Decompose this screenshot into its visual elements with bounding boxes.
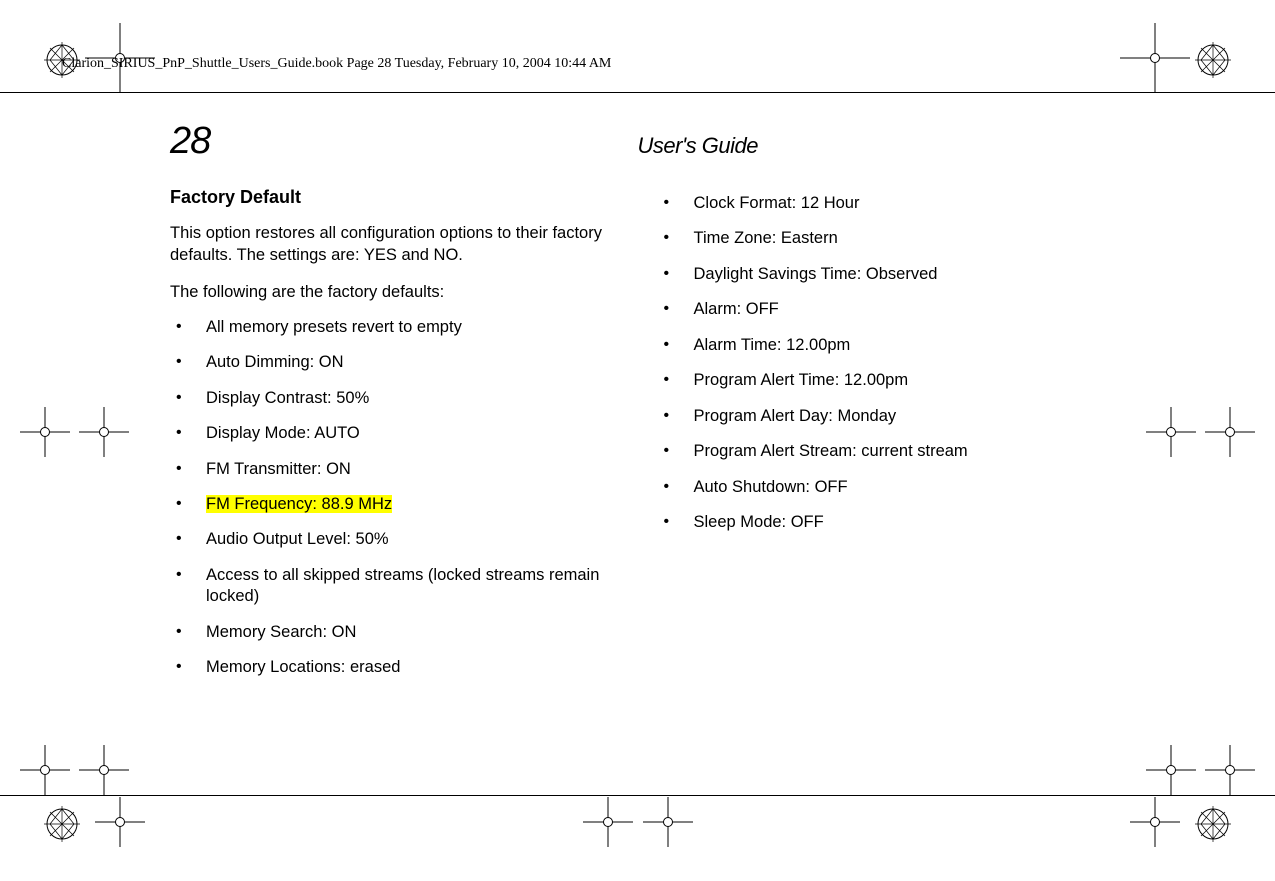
list-item: Auto Shutdown: OFF (658, 477, 1106, 498)
page-content: 28 User's Guide Factory Default This opt… (170, 120, 1105, 693)
list-item: Time Zone: Eastern (658, 228, 1106, 249)
list-item: Daylight Savings Time: Observed (658, 264, 1106, 285)
list-item: Memory Locations: erased (170, 657, 618, 678)
list-item: Program Alert Day: Monday (658, 406, 1106, 427)
list-item: Alarm: OFF (658, 299, 1106, 320)
right-column: Clock Format: 12 Hour Time Zone: Eastern D… (658, 187, 1106, 693)
section-heading: Factory Default (170, 187, 618, 208)
list-item: Sleep Mode: OFF (658, 512, 1106, 533)
list-item: Clock Format: 12 Hour (658, 193, 1106, 214)
list-item: Display Contrast: 50% (170, 388, 618, 409)
frame-path: Clarion_SIRIUS_PnP_Shuttle_Users_Guide.b… (62, 56, 1213, 72)
list-item: Memory Search: ON (170, 622, 618, 643)
page-title: User's Guide (638, 133, 758, 159)
list-item: Alarm Time: 12.00pm (658, 335, 1106, 356)
left-column: Factory Default This option restores all… (170, 187, 618, 693)
list-item: Access to all skipped streams (locked st… (170, 565, 618, 608)
list-item: FM Transmitter: ON (170, 459, 618, 480)
top-divider (0, 92, 1275, 93)
bottom-divider (0, 795, 1275, 796)
list-item: Auto Dimming: ON (170, 352, 618, 373)
list-item: All memory presets revert to empty (170, 317, 618, 338)
list-item: Program Alert Stream: current stream (658, 441, 1106, 462)
defaults-list-left: All memory presets revert to empty Auto D… (170, 317, 618, 679)
list-item: FM Frequency: 88.9 MHz (170, 494, 618, 515)
defaults-list-right: Clock Format: 12 Hour Time Zone: Eastern D… (658, 187, 1106, 533)
regmark-bottom-left (42, 804, 82, 844)
list-item: Program Alert Time: 12.00pm (658, 370, 1106, 391)
list-item: Audio Output Level: 50% (170, 529, 618, 550)
lead-paragraph: The following are the factory defaults: (170, 281, 618, 303)
intro-paragraph: This option restores all configuration o… (170, 222, 618, 267)
list-item: Display Mode: AUTO (170, 423, 618, 444)
regmark-bottom-right (1193, 804, 1233, 844)
highlighted-text: FM Frequency: 88.9 MHz (206, 495, 392, 513)
page-number: 28 (170, 120, 638, 163)
